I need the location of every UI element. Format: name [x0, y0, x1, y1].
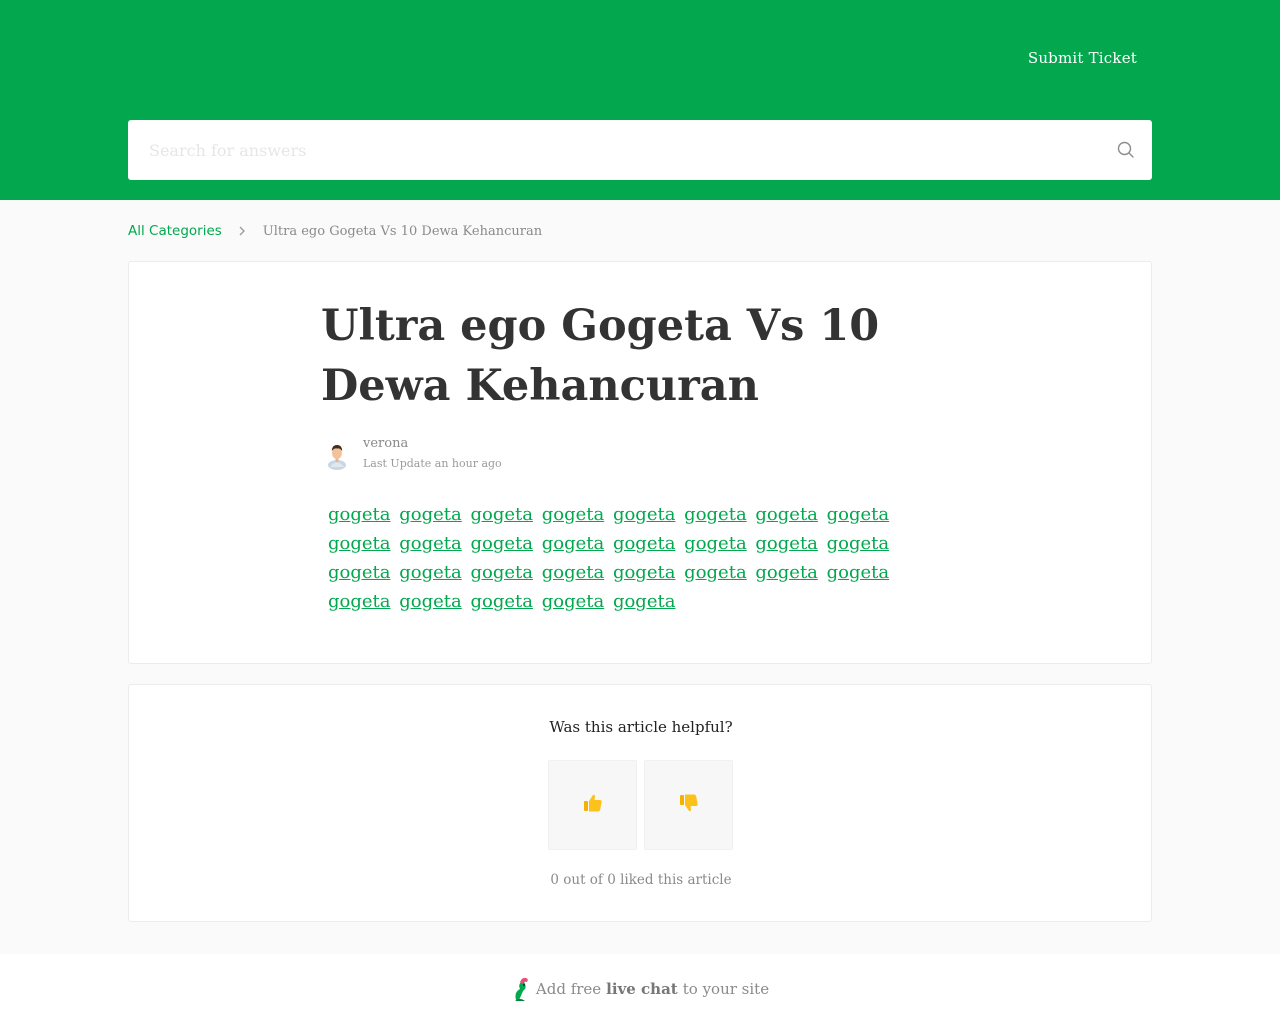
submit-ticket-link[interactable]: Submit Ticket	[1028, 49, 1137, 67]
article-body-link[interactable]: gogeta	[827, 562, 890, 583]
footer: Add free live chat to your site	[0, 954, 1280, 1024]
search-input[interactable]	[128, 120, 1088, 180]
article-body-link[interactable]: gogeta	[827, 533, 890, 554]
header-bar: Submit Ticket	[0, 0, 1280, 200]
article-body: gogeta gogeta gogeta gogeta gogeta goget…	[328, 500, 958, 616]
last-update-text: Last Update an hour ago	[363, 457, 502, 470]
article-body-link[interactable]: gogeta	[328, 591, 391, 612]
feedback-question: Was this article helpful?	[549, 718, 733, 736]
article-body-link[interactable]: gogeta	[328, 504, 391, 525]
article-body-link[interactable]: gogeta	[613, 533, 676, 554]
article-body-link[interactable]: gogeta	[755, 562, 818, 583]
article-body-link[interactable]: gogeta	[470, 591, 533, 612]
author-name: verona	[363, 436, 409, 451]
article-body-link[interactable]: gogeta	[613, 591, 676, 612]
chevron-right-icon	[238, 225, 246, 237]
article-body-link[interactable]: gogeta	[613, 562, 676, 583]
article-card: Ultra ego Gogeta Vs 10 Dewa Kehancuran v…	[128, 261, 1152, 664]
article-body-link[interactable]: gogeta	[827, 504, 890, 525]
author-info: verona Last Update an hour ago	[321, 436, 502, 470]
feedback-card: Was this article helpful? 0 out of 0 lik…	[128, 684, 1152, 922]
article-body-link[interactable]: gogeta	[328, 533, 391, 554]
article-body-link[interactable]: gogeta	[613, 504, 676, 525]
article-body-link[interactable]: gogeta	[684, 533, 747, 554]
article-body-link[interactable]: gogeta	[399, 504, 462, 525]
footer-suffix: to your site	[682, 980, 770, 998]
article-body-link[interactable]: gogeta	[399, 562, 462, 583]
article-title: Ultra ego Gogeta Vs 10 Dewa Kehancuran	[321, 301, 880, 411]
article-body-link[interactable]: gogeta	[542, 533, 605, 554]
search-box	[128, 120, 1152, 180]
avatar-icon	[321, 438, 353, 470]
article-body-link[interactable]: gogeta	[470, 533, 533, 554]
article-body-link[interactable]: gogeta	[542, 591, 605, 612]
breadcrumb-all-categories[interactable]: All Categories	[128, 223, 222, 239]
article-body-link[interactable]: gogeta	[755, 504, 818, 525]
breadcrumb-current: Ultra ego Gogeta Vs 10 Dewa Kehancuran	[262, 223, 543, 239]
article-body-link[interactable]: gogeta	[755, 533, 818, 554]
article-body-link[interactable]: gogeta	[684, 562, 747, 583]
footer-prefix: Add free	[535, 980, 602, 998]
article-body-link[interactable]: gogeta	[328, 562, 391, 583]
chat-mascot-icon	[511, 976, 533, 1002]
feedback-count: 0 out of 0 liked this article	[550, 872, 732, 888]
thumbs-down-button[interactable]	[644, 760, 733, 850]
article-body-link[interactable]: gogeta	[470, 504, 533, 525]
article-body-link[interactable]: gogeta	[542, 562, 605, 583]
search-icon[interactable]	[1112, 136, 1140, 164]
article-body-link[interactable]: gogeta	[470, 562, 533, 583]
thumbs-up-icon	[582, 792, 604, 818]
article-body-link[interactable]: gogeta	[542, 504, 605, 525]
article-body-link[interactable]: gogeta	[684, 504, 747, 525]
thumbs-up-button[interactable]	[548, 760, 637, 850]
live-chat-promo-link[interactable]: Add free live chat to your site	[0, 976, 1280, 1002]
article-body-link[interactable]: gogeta	[399, 533, 462, 554]
footer-bold: live chat	[606, 980, 678, 998]
article-body-link[interactable]: gogeta	[399, 591, 462, 612]
thumbs-down-icon	[678, 792, 700, 818]
breadcrumb: All Categories Ultra ego Gogeta Vs 10 De…	[128, 221, 542, 241]
